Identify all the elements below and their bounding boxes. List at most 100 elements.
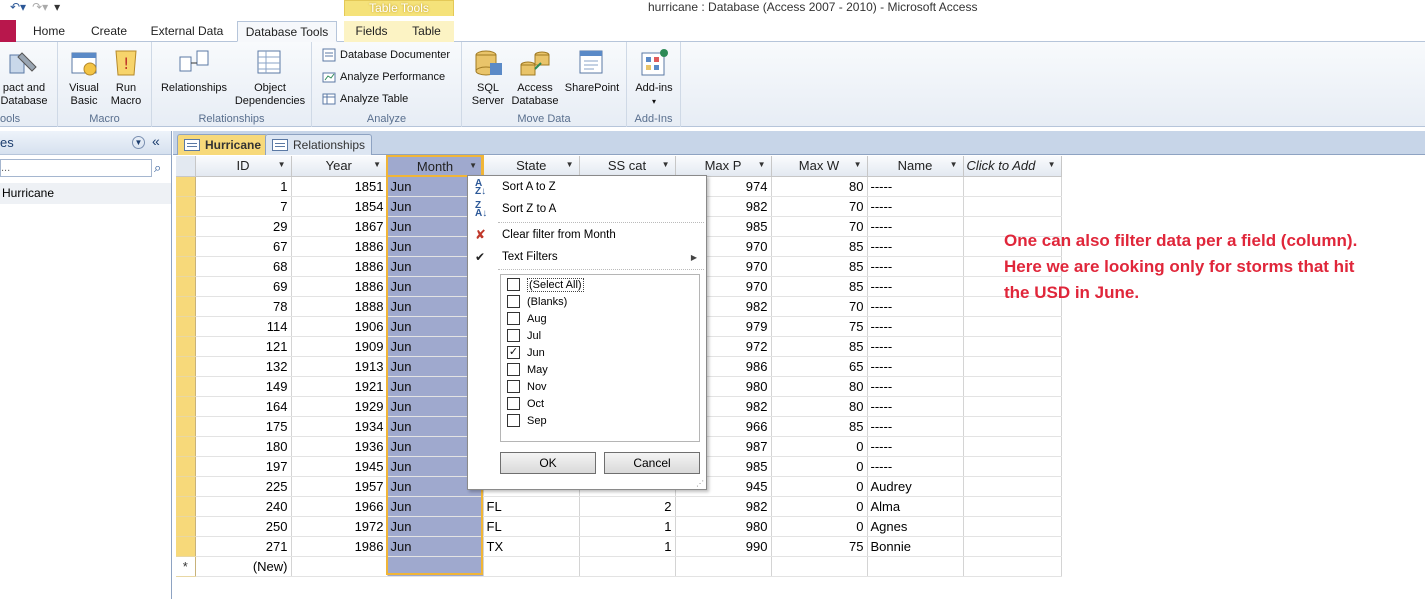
cell-name[interactable]: ----- [867, 256, 964, 277]
cell-maxw[interactable]: 70 [771, 196, 868, 217]
cell-id[interactable]: 180 [195, 436, 292, 457]
cell-year[interactable]: 1867 [291, 216, 388, 237]
cell-year[interactable]: 1972 [291, 516, 388, 537]
cell-click-to-add[interactable] [963, 456, 1062, 477]
cell-name[interactable]: ----- [867, 336, 964, 357]
cell-click-to-add[interactable] [963, 396, 1062, 417]
dropdown-arrow-icon[interactable]: ▼ [950, 160, 958, 169]
dropdown-arrow-icon[interactable]: ▼ [758, 160, 766, 169]
record-selector[interactable] [176, 536, 196, 557]
cell-year[interactable]: 1854 [291, 196, 388, 217]
dropdown-arrow-icon[interactable]: ▼ [373, 160, 381, 169]
cell-name[interactable]: ----- [867, 356, 964, 377]
filter-option[interactable]: (Blanks) [507, 293, 567, 310]
record-selector[interactable] [176, 176, 196, 197]
cell-year[interactable]: 1929 [291, 396, 388, 417]
record-selector[interactable] [176, 236, 196, 257]
search-icon[interactable]: ⌕ [154, 160, 161, 176]
cell-name[interactable]: ----- [867, 276, 964, 297]
cell-click-to-add[interactable] [963, 416, 1062, 437]
cell-id[interactable]: 67 [195, 236, 292, 257]
filter-option[interactable]: Aug [507, 310, 547, 327]
cell-sscat[interactable]: 2 [579, 496, 676, 517]
cell-sscat[interactable]: 1 [579, 516, 676, 537]
cell-maxw[interactable]: 85 [771, 336, 868, 357]
filter-option[interactable]: ✓ Jun [507, 344, 545, 361]
checkbox-icon[interactable] [507, 295, 520, 308]
cell-year[interactable]: 1936 [291, 436, 388, 457]
filter-icon[interactable]: ▼ [469, 161, 477, 170]
tab-database-tools[interactable]: Database Tools [237, 21, 337, 42]
filter-option[interactable]: May [507, 361, 548, 378]
record-selector[interactable] [176, 396, 196, 417]
cell-name[interactable]: ----- [867, 316, 964, 337]
tab-table[interactable]: Table [399, 21, 454, 42]
collapse-pane-icon[interactable]: « [152, 133, 160, 149]
cell-id[interactable]: 1 [195, 176, 292, 197]
cell-name[interactable]: Audrey [867, 476, 964, 497]
cell-click-to-add[interactable] [963, 496, 1062, 517]
cell-year[interactable]: 1886 [291, 256, 388, 277]
cell-id[interactable]: 175 [195, 416, 292, 437]
cell-year[interactable]: 1966 [291, 496, 388, 517]
cell-click-to-add[interactable] [963, 376, 1062, 397]
cell-state[interactable]: FL [483, 516, 580, 537]
sort-z-to-a-item[interactable]: Z A↓ Sort Z to A [469, 199, 705, 220]
record-selector[interactable] [176, 436, 196, 457]
cell-id[interactable]: 240 [195, 496, 292, 517]
record-selector[interactable] [176, 196, 196, 217]
doc-tab-hurricane[interactable]: Hurricane [177, 134, 269, 155]
new-record-cell[interactable] [963, 556, 1062, 577]
cell-year[interactable]: 1921 [291, 376, 388, 397]
cell-id[interactable]: 132 [195, 356, 292, 377]
new-record-cell[interactable] [675, 556, 772, 577]
cell-click-to-add[interactable] [963, 176, 1062, 197]
cell-click-to-add[interactable] [963, 476, 1062, 497]
filter-option[interactable]: (Select All) [507, 276, 584, 293]
tab-fields[interactable]: Fields [344, 21, 399, 42]
cell-month[interactable]: Jun [387, 516, 484, 537]
cell-click-to-add[interactable] [963, 336, 1062, 357]
cell-year[interactable]: 1934 [291, 416, 388, 437]
new-record-cell[interactable] [771, 556, 868, 577]
column-header-click-to-add[interactable]: Click to Add ▼ [963, 156, 1062, 177]
column-header-month[interactable]: Month ▼ [386, 155, 484, 177]
filter-option[interactable]: Jul [507, 327, 541, 344]
filter-option[interactable]: Nov [507, 378, 547, 395]
dropdown-arrow-icon[interactable]: ▼ [278, 160, 286, 169]
filter-option[interactable]: Oct [507, 395, 544, 412]
relationships-button[interactable]: Relationships [156, 47, 232, 95]
database-documenter-button[interactable]: Database Documenter [322, 46, 450, 64]
cell-maxw[interactable]: 0 [771, 476, 868, 497]
tab-create[interactable]: Create [82, 21, 136, 42]
column-header-id[interactable]: ID ▼ [195, 156, 292, 177]
checkbox-icon[interactable] [507, 397, 520, 410]
cell-id[interactable]: 78 [195, 296, 292, 317]
dropdown-arrow-icon[interactable]: ▼ [566, 160, 574, 169]
checkbox-icon[interactable] [507, 414, 520, 427]
cell-maxw[interactable]: 80 [771, 376, 868, 397]
cell-id[interactable]: 29 [195, 216, 292, 237]
cell-maxw[interactable]: 0 [771, 436, 868, 457]
file-tab[interactable] [0, 20, 16, 42]
cell-click-to-add[interactable] [963, 516, 1062, 537]
new-record-cell[interactable] [867, 556, 964, 577]
record-selector[interactable] [176, 416, 196, 437]
cell-click-to-add[interactable] [963, 356, 1062, 377]
record-selector[interactable] [176, 316, 196, 337]
new-record-cell[interactable] [387, 556, 484, 577]
text-filters-item[interactable]: ✔ Text Filters ▶ [469, 247, 705, 268]
cell-state[interactable]: FL [483, 496, 580, 517]
cell-click-to-add[interactable] [963, 316, 1062, 337]
new-record-cell[interactable] [483, 556, 580, 577]
table-row[interactable]: 250 1972 Jun FL 1 980 0 Agnes [176, 516, 1062, 537]
analyze-performance-button[interactable]: Analyze Performance [322, 68, 445, 86]
cell-id[interactable]: 114 [195, 316, 292, 337]
object-dependencies-button[interactable]: Object Dependencies [232, 47, 308, 108]
cell-name[interactable]: ----- [867, 436, 964, 457]
tab-external-data[interactable]: External Data [146, 21, 228, 42]
cell-maxw[interactable]: 85 [771, 236, 868, 257]
tab-home[interactable]: Home [26, 21, 72, 42]
dropdown-arrow-icon[interactable]: ▼ [662, 160, 670, 169]
redo-icon[interactable]: ↷▾ [32, 0, 48, 14]
